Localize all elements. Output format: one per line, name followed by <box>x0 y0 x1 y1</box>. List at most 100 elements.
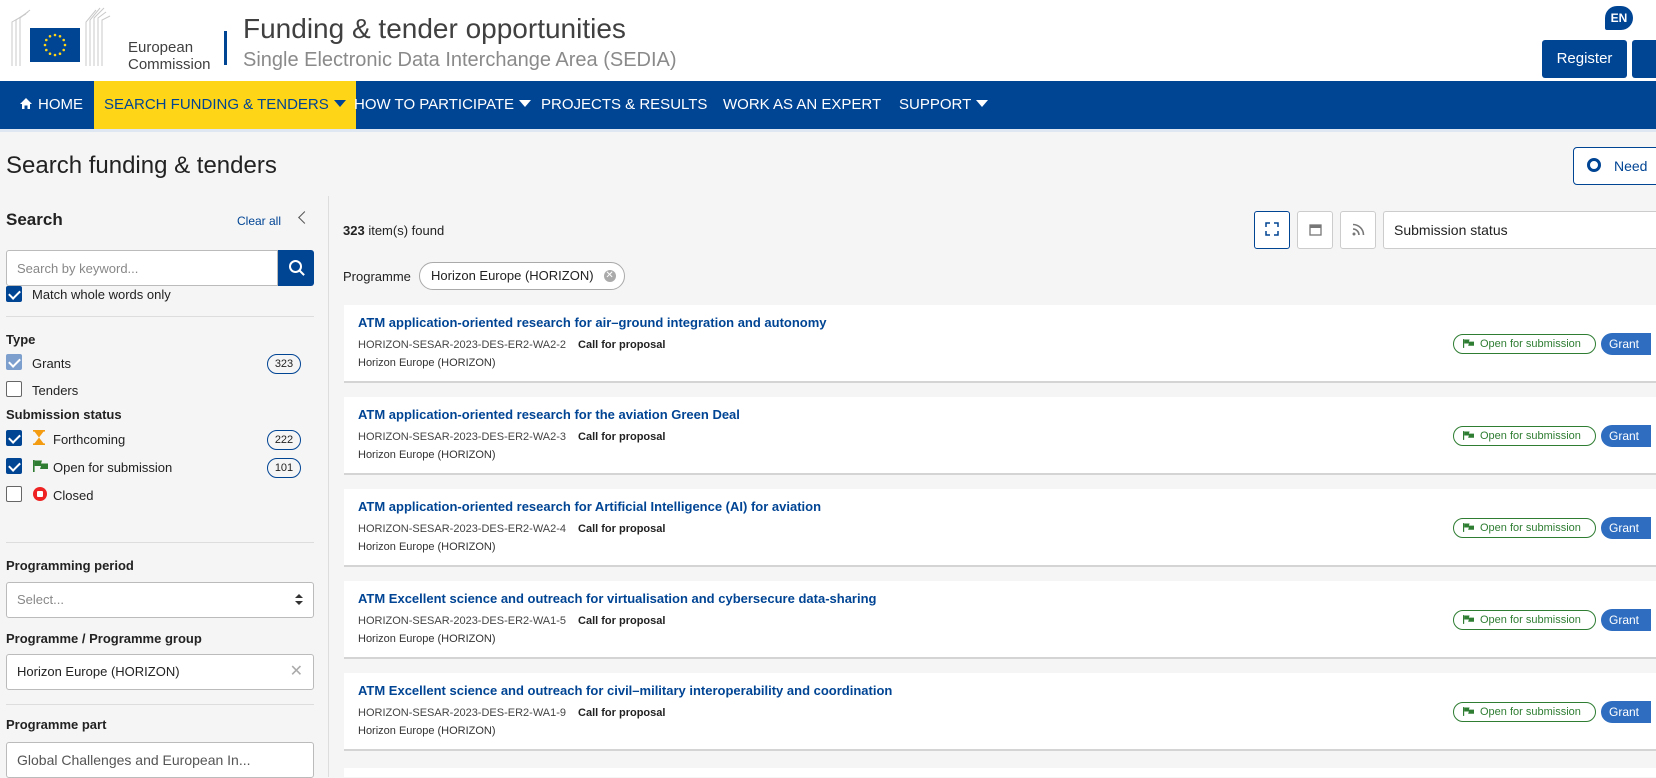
register-button[interactable]: Register <box>1542 40 1627 78</box>
result-programme: Horizon Europe (HORIZON) <box>358 633 496 645</box>
need-help-label: Need <box>1614 158 1648 174</box>
result-title-link[interactable]: ATM application-oriented research for Ar… <box>358 499 821 514</box>
status-badge-label: Open for submission <box>1480 522 1581 534</box>
closed-checkbox[interactable] <box>6 486 22 502</box>
rss-button[interactable] <box>1340 211 1376 249</box>
sort-select[interactable]: Submission status <box>1383 211 1656 249</box>
grants-label: Grants <box>32 356 72 371</box>
closed-label: Closed <box>53 488 94 503</box>
result-card[interactable]: ATM Excellent science and outreach for v… <box>344 581 1656 659</box>
result-title-link[interactable]: ATM Excellent science and outreach for v… <box>358 591 876 606</box>
forthcoming-checkbox[interactable] <box>6 430 22 446</box>
logo-separator <box>224 31 227 65</box>
status-badge: Open for submission <box>1453 518 1596 538</box>
clear-all-link[interactable]: Clear all <box>237 214 281 228</box>
result-card[interactable]: ATM application-oriented research for ai… <box>344 305 1656 383</box>
nav-search-label: SEARCH FUNDING & TENDERS <box>104 96 329 113</box>
forthcoming-count-badge: 222 <box>267 430 301 450</box>
result-programme: Horizon Europe (HORIZON) <box>358 357 496 369</box>
result-programme: Horizon Europe (HORIZON) <box>358 449 496 461</box>
results-count-suffix: item(s) found <box>364 223 445 238</box>
caret-down-icon <box>519 100 532 107</box>
forthcoming-label: Forthcoming <box>53 432 126 447</box>
nav-support-label: SUPPORT <box>899 96 972 113</box>
need-help-button[interactable]: Need <box>1573 147 1656 185</box>
programme-select[interactable]: Horizon Europe (HORIZON) ✕ <box>6 654 314 690</box>
rss-icon <box>1352 223 1364 236</box>
caret-down-icon <box>333 100 346 107</box>
type-badge: Grant <box>1601 701 1651 723</box>
home-icon <box>20 98 32 109</box>
sort-select-value: Submission status <box>1394 222 1508 238</box>
match-whole-words-checkbox[interactable] <box>6 286 22 302</box>
chevron-left-icon[interactable] <box>298 211 311 224</box>
type-heading: Type <box>6 332 36 347</box>
caret-down-icon <box>976 100 989 107</box>
expand-view-button[interactable] <box>1254 211 1290 249</box>
flag-icon <box>1463 615 1474 624</box>
result-kind: Call for proposal <box>578 431 666 443</box>
status-badge: Open for submission <box>1453 702 1596 722</box>
nav-projects-results[interactable]: PROJECTS & RESULTS <box>541 81 707 129</box>
site-header: European Commission Funding & tender opp… <box>0 0 1656 81</box>
nav-work-as-expert[interactable]: WORK AS AN EXPERT <box>723 81 881 129</box>
clear-icon[interactable]: ✕ <box>290 655 303 689</box>
search-input[interactable] <box>6 250 278 286</box>
nav-participate-label: HOW TO PARTICIPATE <box>354 96 515 113</box>
filter-sidebar: Search Clear all Match whole words only … <box>0 196 328 778</box>
calendar-view-button[interactable] <box>1297 211 1333 249</box>
sidebar-heading: Search <box>6 210 63 229</box>
status-badge-label: Open for submission <box>1480 338 1581 350</box>
sidebar-divider <box>6 542 314 543</box>
nav-divider <box>0 129 1656 132</box>
type-badge: Grant <box>1601 333 1651 355</box>
result-identifier: HORIZON-SESAR-2023-DES-ER2-WA1-5 <box>358 615 567 627</box>
nav-search-funding[interactable]: SEARCH FUNDING & TENDERS <box>94 81 356 129</box>
tenders-label: Tenders <box>32 383 79 398</box>
programme-part-select[interactable]: Global Challenges and European In... <box>6 742 314 778</box>
site-title[interactable]: Funding & tender opportunities <box>243 13 626 45</box>
result-card[interactable]: ATM application-oriented research for th… <box>344 397 1656 475</box>
result-title-link[interactable]: ATM Excellent science and outreach for c… <box>358 683 892 698</box>
programming-period-value: Select... <box>17 592 64 607</box>
result-meta: HORIZON-SESAR-2023-DES-ER2-WA2-3 Call for… <box>358 431 665 443</box>
results-count: 323 item(s) found <box>343 223 444 238</box>
filter-chip-label: Horizon Europe (HORIZON) <box>431 268 594 283</box>
result-kind: Call for proposal <box>578 707 666 719</box>
status-badge: Open for submission <box>1453 610 1596 630</box>
search-button[interactable] <box>278 250 314 286</box>
european-commission-logo[interactable]: European Commission <box>6 6 226 73</box>
closed-icon <box>33 487 47 501</box>
nav-home[interactable]: HOME <box>19 81 83 129</box>
submission-status-heading: Submission status <box>6 407 122 422</box>
grants-checkbox[interactable] <box>6 354 22 370</box>
result-title-link[interactable]: ATM application-oriented research for th… <box>358 407 740 422</box>
logo-text-line2: Commission <box>128 56 211 73</box>
programme-filter-chip[interactable]: Horizon Europe (HORIZON) ✕ <box>419 262 625 290</box>
result-meta: HORIZON-SESAR-2023-DES-ER2-WA1-5 Call for… <box>358 615 665 627</box>
lifebuoy-icon <box>1587 158 1601 172</box>
nav-home-label: HOME <box>38 96 83 113</box>
status-badge: Open for submission <box>1453 426 1596 446</box>
remove-filter-icon[interactable]: ✕ <box>603 270 616 282</box>
result-meta: HORIZON-SESAR-2023-DES-ER2-WA1-9 Call for… <box>358 707 665 719</box>
result-card[interactable]: ATM Excellent science and outreach for c… <box>344 673 1656 751</box>
eu-stars-icon <box>43 33 67 57</box>
result-card[interactable] <box>344 768 1656 777</box>
result-card[interactable]: ATM application-oriented research for Ar… <box>344 489 1656 567</box>
language-selector[interactable]: EN <box>1605 6 1633 30</box>
result-title-link[interactable]: ATM application-oriented research for ai… <box>358 315 827 330</box>
select-arrows-icon <box>295 594 303 606</box>
nav-how-to-participate[interactable]: HOW TO PARTICIPATE <box>354 81 532 129</box>
open-for-submission-checkbox[interactable] <box>6 458 22 474</box>
match-whole-words-label: Match whole words only <box>32 287 171 302</box>
sidebar-border <box>328 196 329 777</box>
result-identifier: HORIZON-SESAR-2023-DES-ER2-WA1-9 <box>358 707 567 719</box>
nav-support[interactable]: SUPPORT <box>899 81 989 129</box>
tenders-checkbox[interactable] <box>6 381 22 397</box>
programming-period-select[interactable]: Select... <box>6 582 314 618</box>
login-button[interactable] <box>1632 40 1656 78</box>
result-identifier: HORIZON-SESAR-2023-DES-ER2-WA2-4 <box>358 523 567 535</box>
flag-icon <box>1463 523 1474 532</box>
status-badge: Open for submission <box>1453 334 1596 354</box>
